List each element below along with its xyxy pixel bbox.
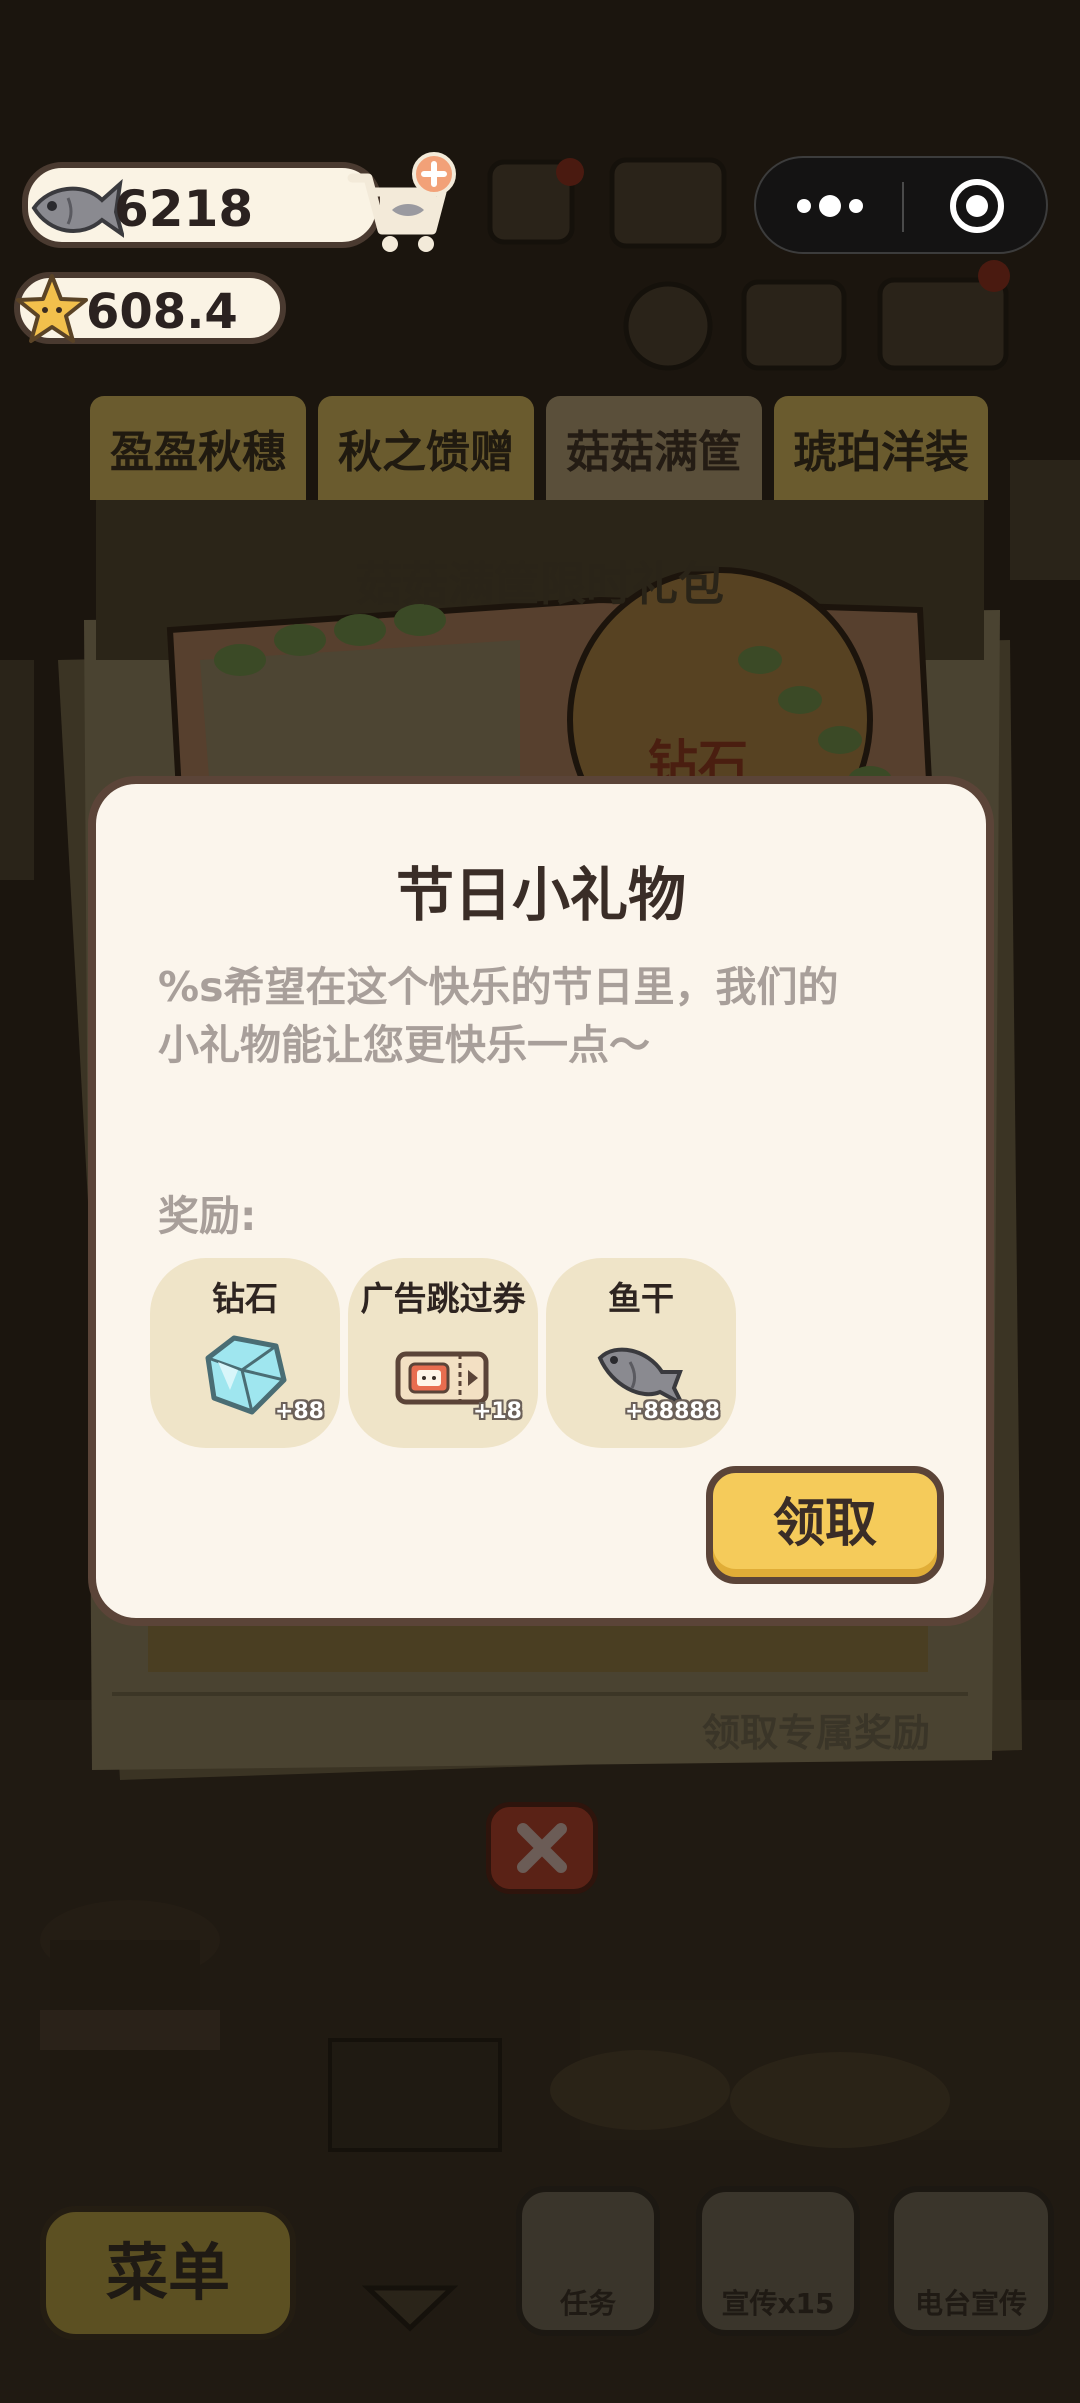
dialog-message-line2: 小礼物能让您更快乐一点～ <box>158 1021 650 1069</box>
mini-program-capsule <box>754 156 1048 254</box>
star-count: 608.4 <box>86 284 238 340</box>
cart-icon <box>347 152 456 252</box>
radio-promote-button: 电台宣传 <box>888 2186 1054 2336</box>
promote-label: 宣传x15 <box>721 2287 835 2320</box>
radio-label: 电台宣传 <box>914 2287 1027 2320</box>
star-icon <box>14 272 90 352</box>
reward-name: 钻石 <box>212 1279 278 1318</box>
holiday-gift-dialog: 节日小礼物 %s希望在这个快乐的节日里，我们的 小礼物能让您更快乐一点～ 奖励:… <box>88 776 994 1626</box>
event-close-button <box>486 1802 598 1894</box>
event-tab-1: 盈盈秋穗 <box>90 396 306 500</box>
fish-icon <box>24 168 126 258</box>
shop-cart-button[interactable] <box>346 152 458 256</box>
event-tab-label: 秋之馈赠 <box>338 427 514 478</box>
promote-button: 宣传x15 <box>696 2186 860 2336</box>
fish-currency-display: 6218 <box>22 162 382 248</box>
collapse-arrow-icon <box>361 2280 459 2336</box>
target-circle-icon <box>950 179 1004 233</box>
fish-count: 6218 <box>114 180 254 238</box>
close-icon <box>517 1823 567 1873</box>
reward-quantity: +88888 <box>625 1399 720 1424</box>
dialog-message: %s希望在这个快乐的节日里，我们的 小礼物能让您更快乐一点～ <box>158 958 924 1074</box>
task-button: 任务 <box>516 2186 660 2336</box>
menu-button: 菜单 <box>40 2206 296 2340</box>
close-mini-program-button[interactable] <box>904 158 1050 254</box>
reward-name: 鱼干 <box>608 1279 674 1318</box>
event-tab-4: 琥珀洋装 <box>774 396 988 500</box>
reward-quantity: +18 <box>472 1399 522 1424</box>
reward-quantity: +88 <box>274 1399 324 1424</box>
star-currency-display: 608.4 <box>14 272 286 344</box>
event-panel-title: 菇菇满筐限时礼包 <box>356 557 724 611</box>
task-label: 任务 <box>559 2287 616 2320</box>
event-tab-3: 菇菇满筐 <box>546 396 762 500</box>
reward-item-diamond: 钻石 +88 <box>150 1258 340 1448</box>
menu-label: 菜单 <box>105 2236 230 2309</box>
rewards-label: 奖励: <box>158 1192 257 1240</box>
reward-item-ad-skip-ticket: 广告跳过券 +18 <box>348 1258 538 1448</box>
event-tab-label: 菇菇满筐 <box>566 427 742 478</box>
reward-name: 广告跳过券 <box>360 1279 526 1318</box>
event-tab-2: 秋之馈赠 <box>318 396 534 500</box>
dialog-message-line1: %s希望在这个快乐的节日里，我们的 <box>158 963 839 1011</box>
reward-item-dried-fish: 鱼干 +88888 <box>546 1258 736 1448</box>
event-tab-label: 琥珀洋装 <box>793 427 969 478</box>
claim-button[interactable]: 领取 <box>706 1466 944 1584</box>
claim-exclusive-reward-link: 领取专属奖励 <box>702 1711 931 1755</box>
more-options-button[interactable] <box>756 158 902 254</box>
event-tab-label: 盈盈秋穗 <box>110 427 286 478</box>
more-dots-icon <box>797 195 863 217</box>
dialog-title: 节日小礼物 <box>395 861 686 929</box>
